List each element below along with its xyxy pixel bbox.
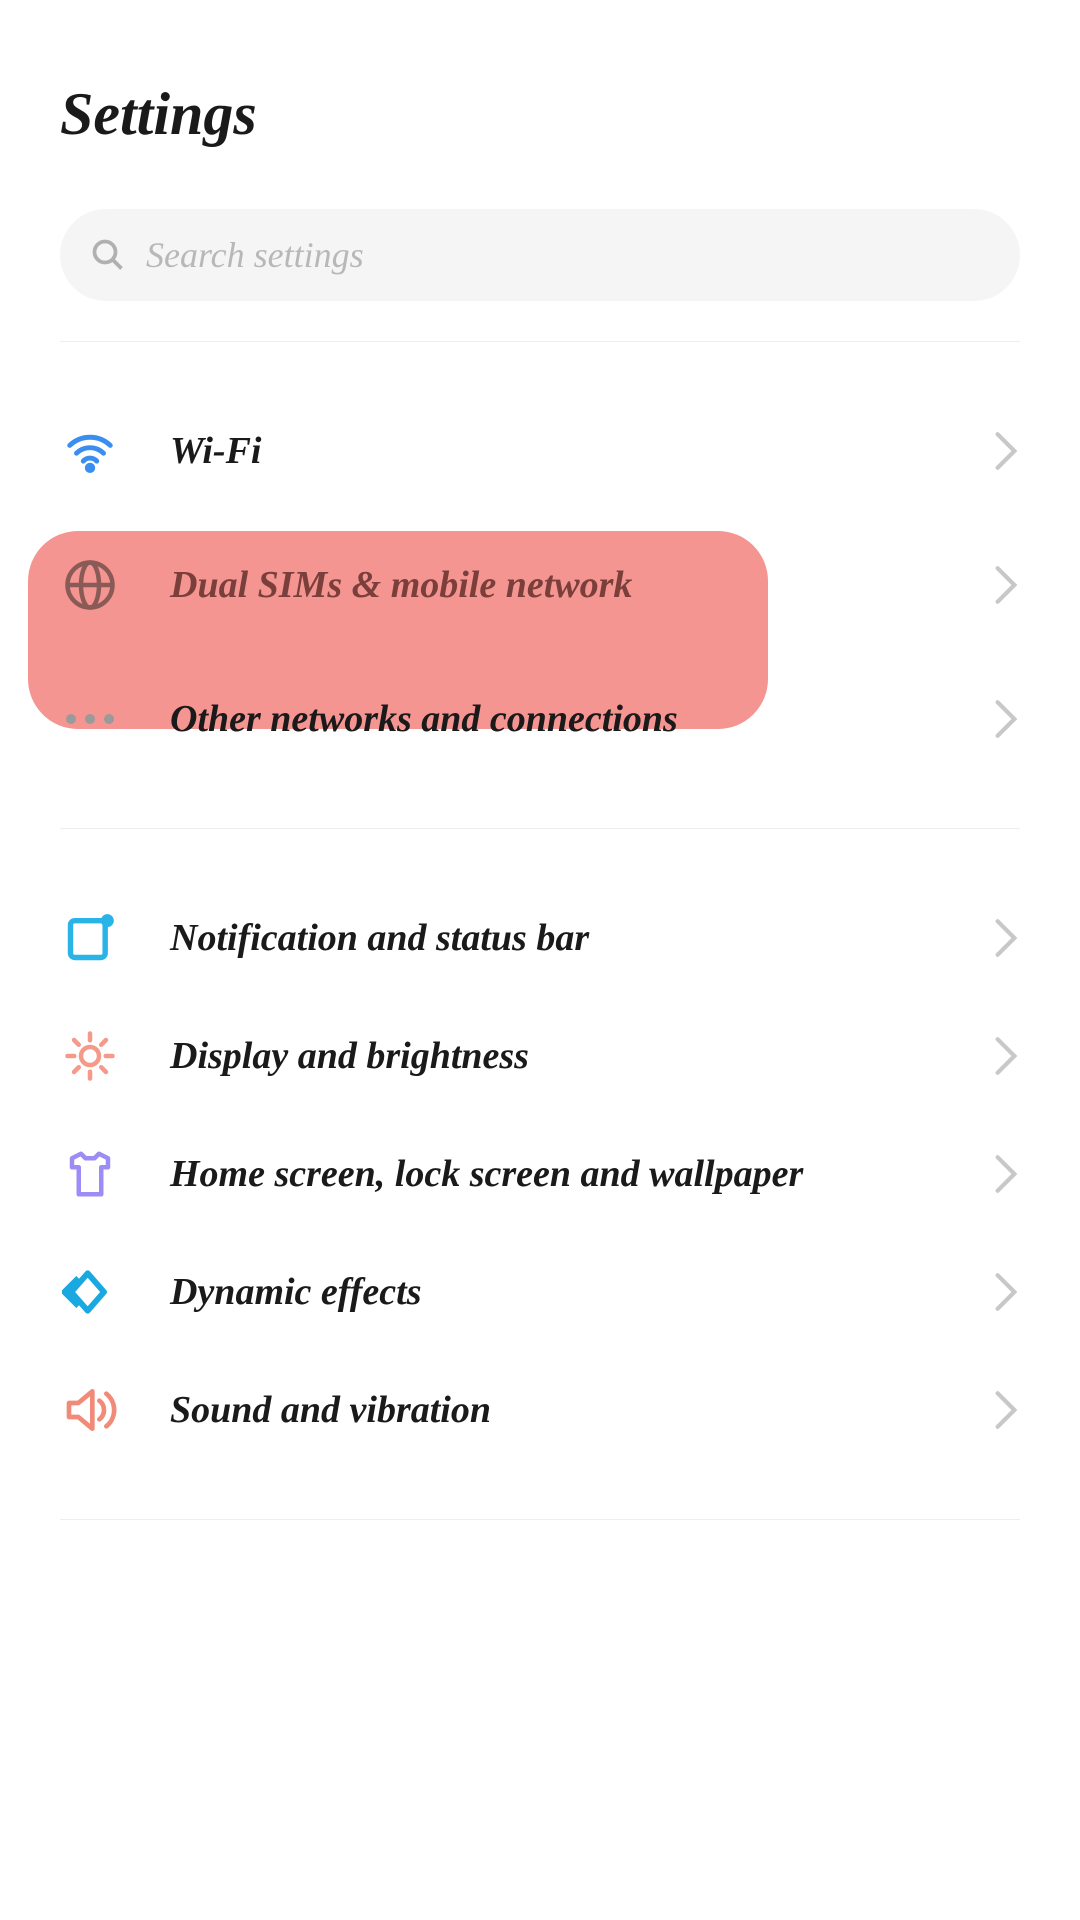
settings-section-network: Wi-Fi Dual SIMs & mobile network: [0, 342, 1080, 828]
settings-item-label: Notification and status bar: [170, 916, 992, 960]
page-title: Settings: [60, 80, 1020, 149]
header: Settings: [0, 0, 1080, 179]
settings-item-label: Display and brightness: [170, 1034, 992, 1078]
chevron-right-icon: [992, 698, 1020, 740]
settings-item-wifi[interactable]: Wi-Fi: [0, 392, 1080, 510]
sound-icon: [60, 1380, 120, 1440]
more-dots-icon: [60, 689, 120, 749]
chevron-right-icon: [992, 430, 1020, 472]
settings-item-other-networks[interactable]: Other networks and connections: [0, 660, 1080, 778]
chevron-right-icon: [992, 917, 1020, 959]
settings-item-label: Dynamic effects: [170, 1270, 992, 1314]
settings-item-label: Home screen, lock screen and wallpaper: [170, 1152, 992, 1196]
settings-item-home-screen[interactable]: Home screen, lock screen and wallpaper: [0, 1115, 1080, 1233]
settings-item-sound[interactable]: Sound and vibration: [0, 1351, 1080, 1469]
notification-icon: [60, 908, 120, 968]
chevron-right-icon: [992, 1271, 1020, 1313]
tshirt-icon: [60, 1144, 120, 1204]
chevron-right-icon: [992, 564, 1020, 606]
settings-section-display: Notification and status bar Display and …: [0, 829, 1080, 1519]
dynamic-effects-icon: [60, 1262, 120, 1322]
chevron-right-icon: [992, 1389, 1020, 1431]
settings-item-notification[interactable]: Notification and status bar: [0, 879, 1080, 997]
settings-item-label: Dual SIMs & mobile network: [170, 563, 992, 607]
brightness-icon: [60, 1026, 120, 1086]
search-input[interactable]: [146, 234, 990, 276]
settings-item-display[interactable]: Display and brightness: [0, 997, 1080, 1115]
divider: [60, 1519, 1020, 1520]
globe-icon: [60, 555, 120, 615]
settings-item-label: Other networks and connections: [170, 697, 992, 741]
settings-item-mobile-network[interactable]: Dual SIMs & mobile network: [0, 510, 1080, 660]
settings-item-label: Wi-Fi: [170, 429, 992, 473]
search-bar[interactable]: [60, 209, 1020, 301]
settings-item-dynamic-effects[interactable]: Dynamic effects: [0, 1233, 1080, 1351]
wifi-icon: [60, 421, 120, 481]
chevron-right-icon: [992, 1153, 1020, 1195]
settings-item-label: Sound and vibration: [170, 1388, 992, 1432]
chevron-right-icon: [992, 1035, 1020, 1077]
search-icon: [90, 237, 126, 273]
